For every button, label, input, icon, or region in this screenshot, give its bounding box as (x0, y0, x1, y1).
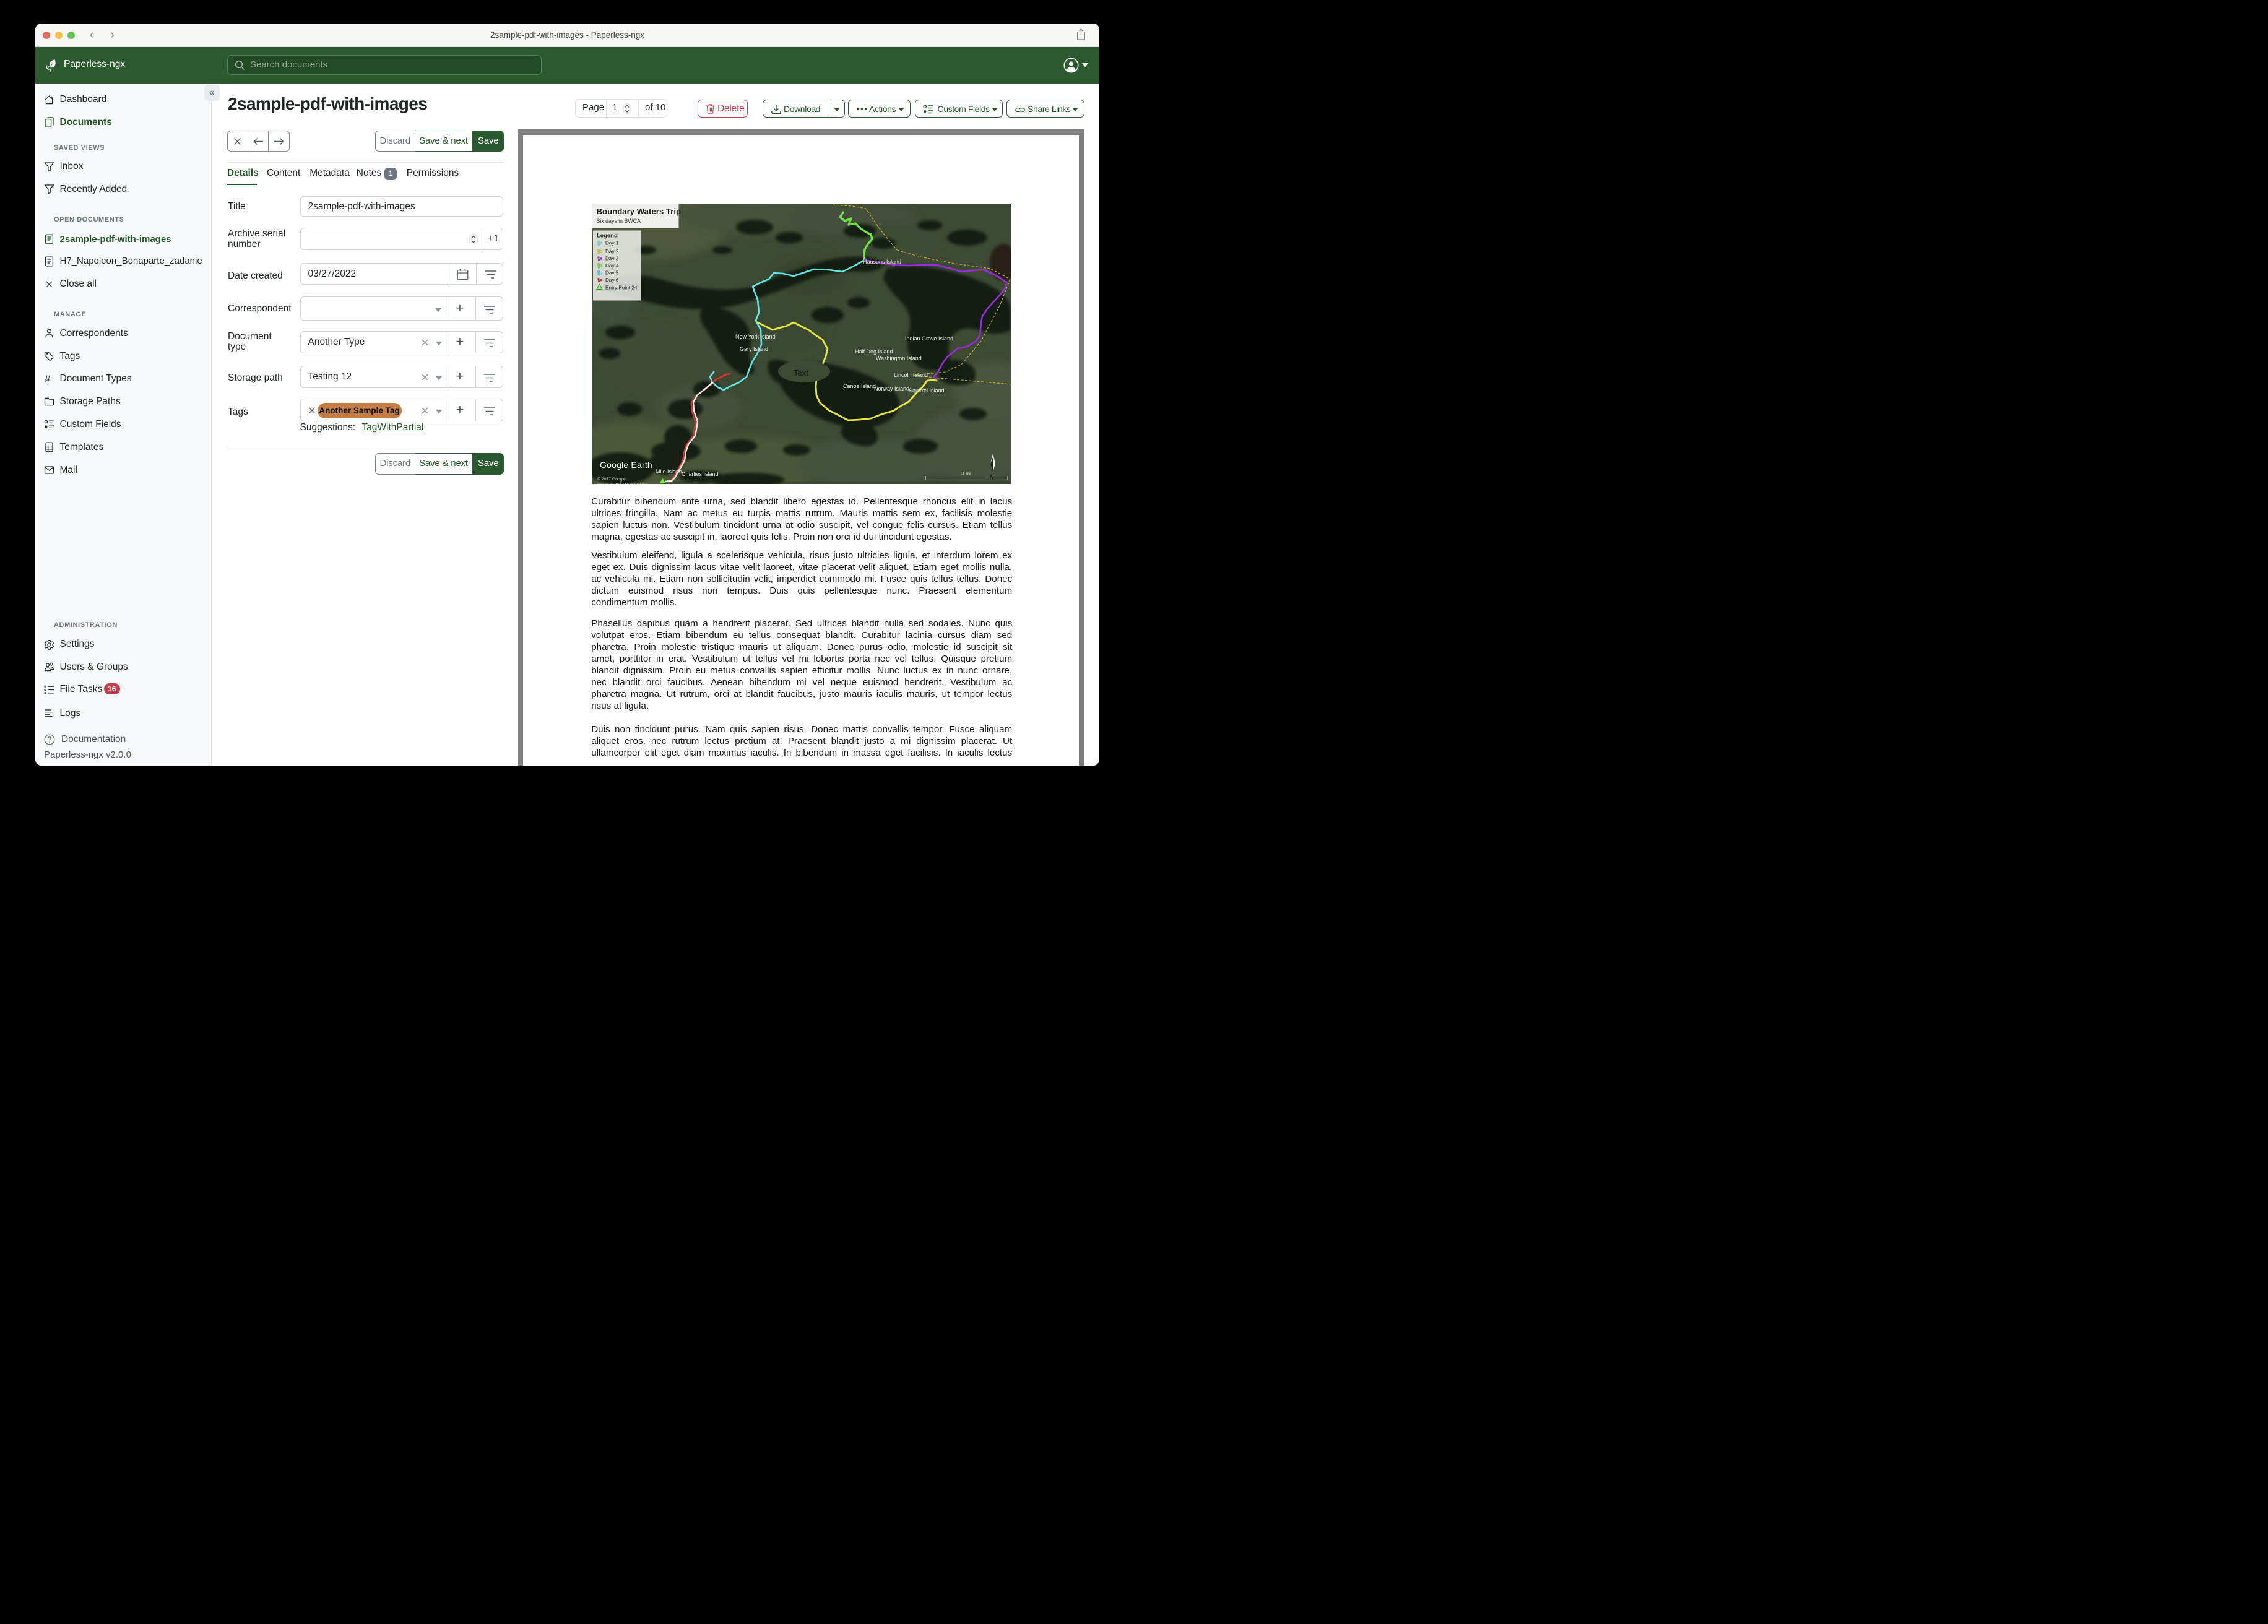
svg-text:Squirrel Island: Squirrel Island (909, 387, 945, 394)
svg-text:Mile Island: Mile Island (656, 469, 682, 475)
svg-text:Charlies Island: Charlies Island (682, 471, 719, 477)
svg-text:New York Island: New York Island (735, 334, 776, 340)
svg-text:3 mi: 3 mi (961, 470, 971, 477)
svg-text:Day 4: Day 4 (605, 263, 619, 269)
svg-text:Day 2: Day 2 (605, 249, 619, 254)
svg-text:N: N (989, 473, 994, 481)
svg-text:Gary Island: Gary Island (740, 346, 768, 352)
svg-text:Image © 2017 DigitalGlobe: Image © 2017 DigitalGlobe (597, 482, 648, 484)
svg-text:Lincoln Island: Lincoln Island (894, 372, 928, 378)
svg-text:Text: Text (794, 368, 808, 378)
svg-text:Entry Point 24: Entry Point 24 (605, 285, 638, 290)
svg-text:Day 6: Day 6 (605, 277, 619, 283)
svg-text:Legend: Legend (597, 233, 618, 240)
svg-text:Half Dog Island: Half Dog Island (855, 348, 893, 355)
svg-text:Six days in BWCA: Six days in BWCA (596, 218, 641, 224)
svg-text:Day 3: Day 3 (605, 256, 619, 262)
svg-text:Norway Island: Norway Island (874, 386, 909, 392)
svg-text:Day 5: Day 5 (605, 270, 619, 276)
svg-text:Washington Island: Washington Island (876, 355, 922, 361)
svg-text:Indian Grave Island: Indian Grave Island (905, 335, 953, 342)
svg-text:Hausons Island: Hausons Island (863, 259, 901, 265)
svg-text:Canoe Island: Canoe Island (843, 383, 876, 389)
svg-text:Google Earth: Google Earth (600, 460, 652, 470)
svg-text:Day 1: Day 1 (605, 241, 619, 246)
svg-text:Boundary Waters Trip: Boundary Waters Trip (596, 207, 681, 216)
svg-text:© 2017 Google: © 2017 Google (597, 477, 626, 482)
